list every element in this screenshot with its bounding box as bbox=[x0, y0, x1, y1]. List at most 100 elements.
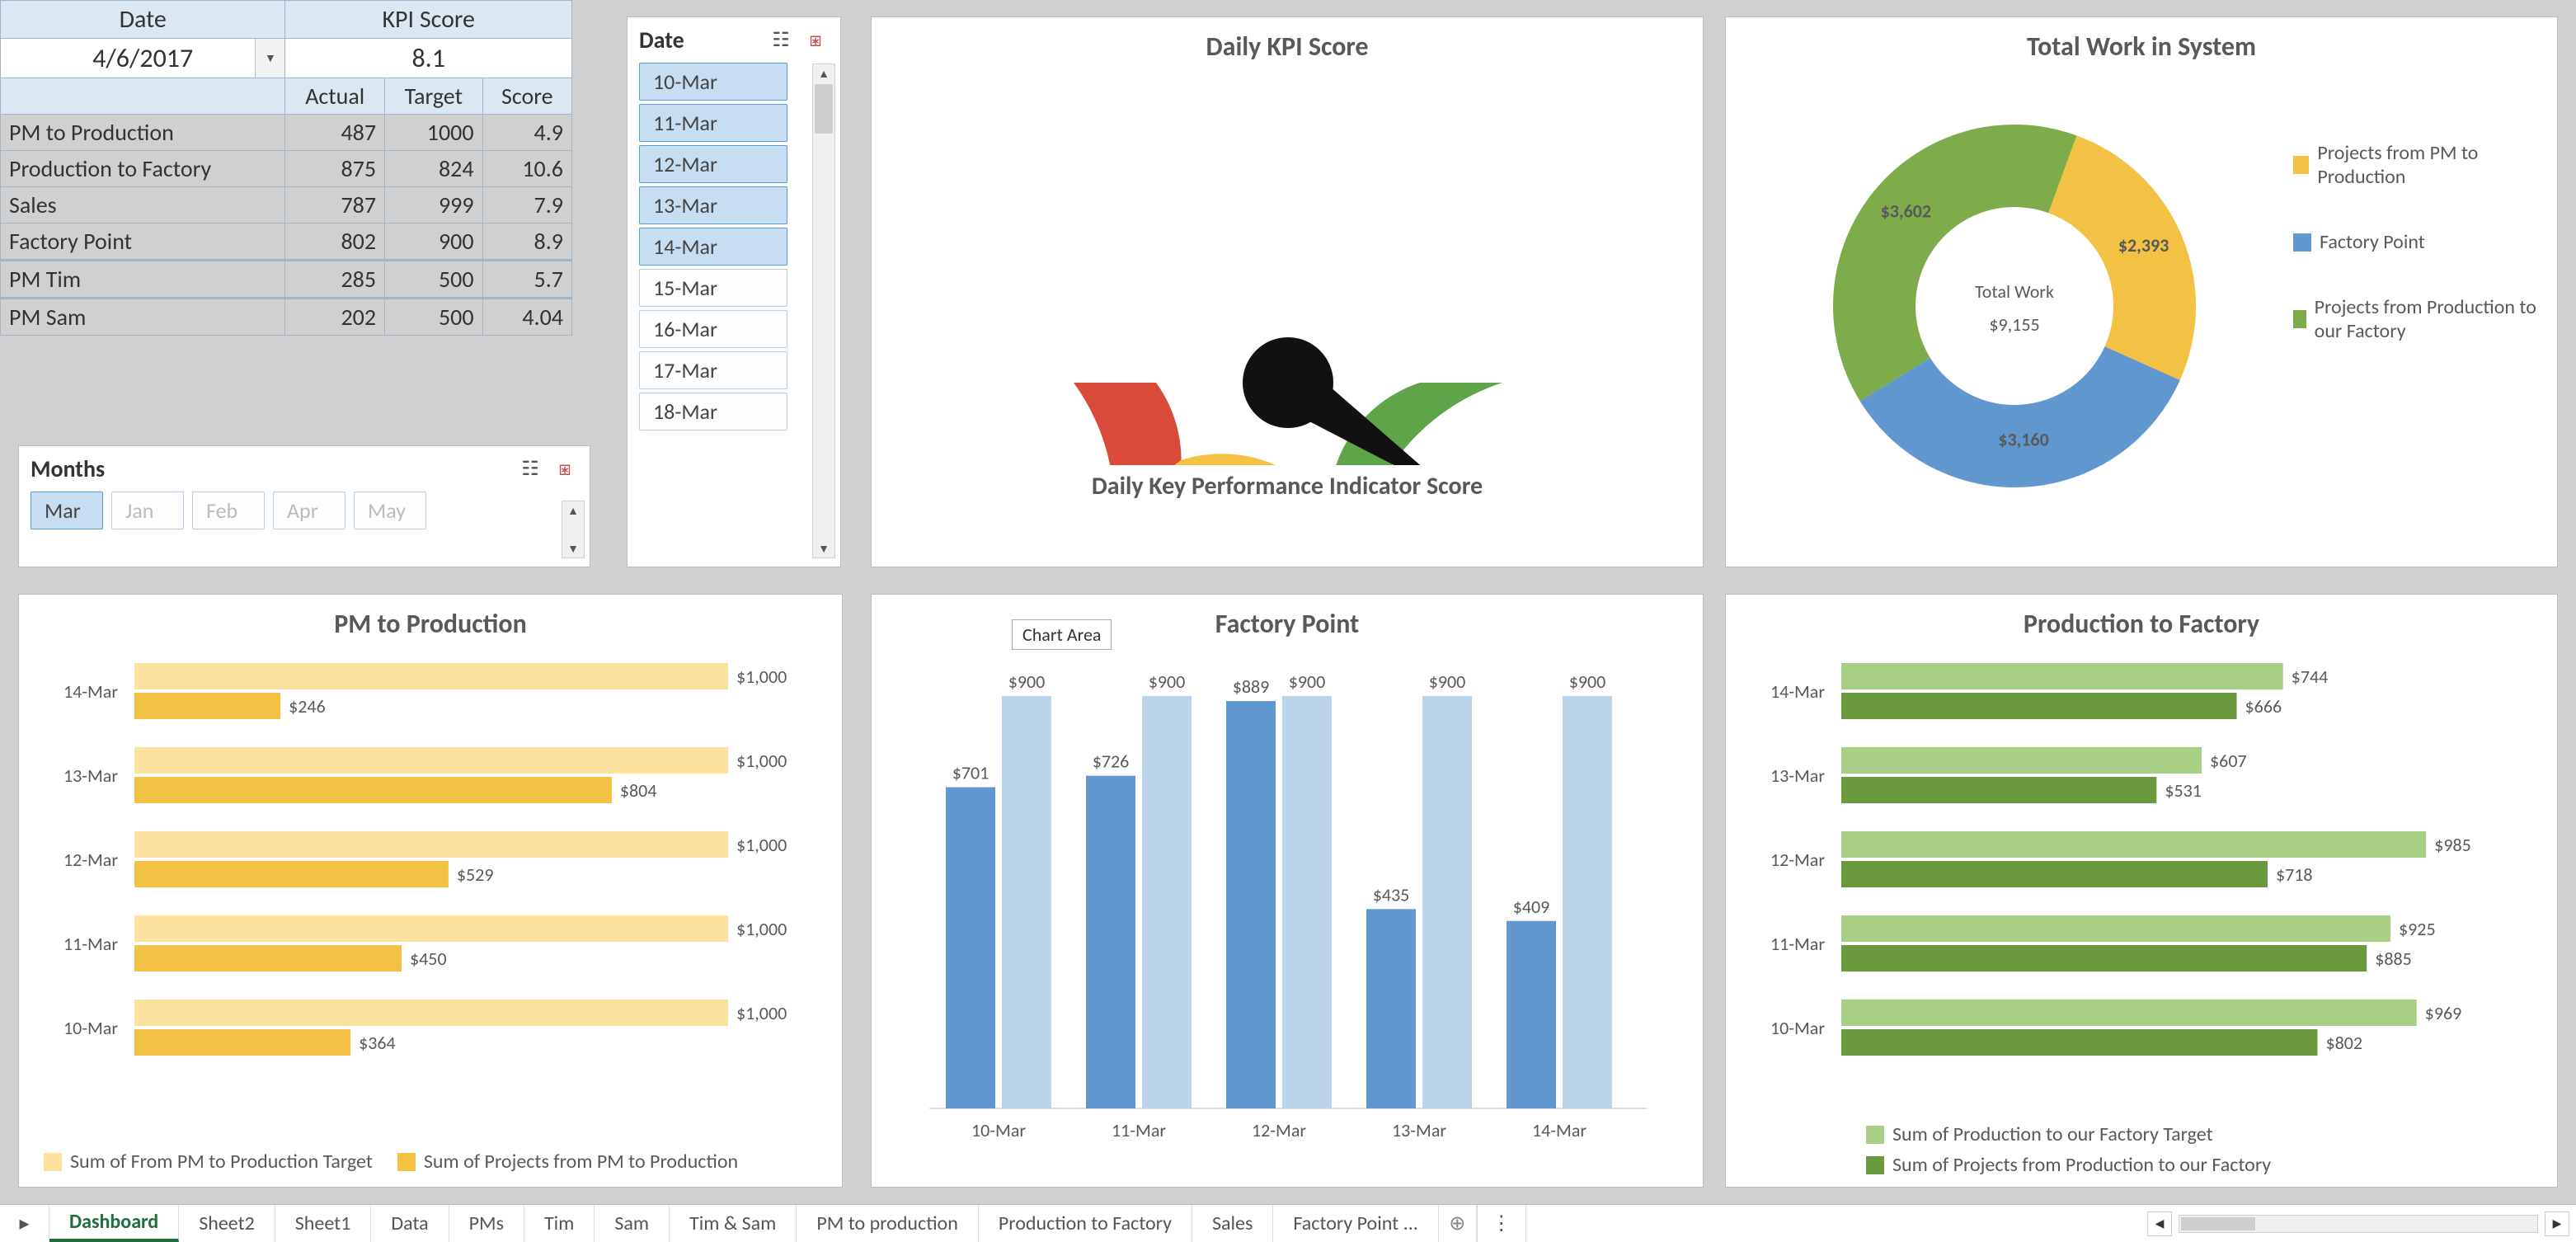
svg-text:$900: $900 bbox=[1569, 670, 1606, 693]
sheet-tab-tim[interactable]: Tim bbox=[524, 1205, 595, 1242]
clear-filter-icon[interactable]: ⧆ bbox=[552, 456, 578, 482]
svg-text:$804: $804 bbox=[620, 779, 657, 802]
pf-chart-title: Production to Factory bbox=[1726, 608, 2557, 640]
slicer-item-apr[interactable]: Apr bbox=[273, 492, 346, 529]
svg-text:10-Mar: 10-Mar bbox=[971, 1119, 1026, 1141]
table-cell-score: 8.9 bbox=[482, 223, 571, 261]
svg-text:14-Mar: 14-Mar bbox=[63, 680, 118, 703]
horizontal-scrollbar[interactable]: ◀ ▶ bbox=[2147, 1205, 2576, 1242]
svg-text:$450: $450 bbox=[410, 948, 447, 970]
sheet-tab-tim-sam[interactable]: Tim & Sam bbox=[670, 1205, 797, 1242]
table-row-label: PM to Production bbox=[1, 115, 285, 151]
chart-area-tooltip: Chart Area bbox=[1012, 619, 1112, 650]
table-cell-target: 500 bbox=[385, 299, 483, 336]
slicer-item-13-mar[interactable]: 13-Mar bbox=[639, 186, 787, 224]
kpi-date-value: 4/6/2017 bbox=[92, 42, 193, 74]
table-cell-actual: 787 bbox=[285, 187, 385, 223]
sheet-tab-data[interactable]: Data bbox=[371, 1205, 449, 1242]
chevron-up-icon[interactable]: ▲ bbox=[562, 501, 584, 520]
slicer-item-11-mar[interactable]: 11-Mar bbox=[639, 104, 787, 142]
scrollbar-thumb[interactable] bbox=[815, 84, 833, 134]
table-cell-actual: 285 bbox=[285, 261, 385, 299]
sheet-tab-production-to-factory[interactable]: Production to Factory bbox=[979, 1205, 1192, 1242]
svg-text:$900: $900 bbox=[1008, 670, 1046, 693]
kpi-summary-table: Date KPI Score 4/6/2017 8.1 Actual Targe… bbox=[0, 0, 572, 336]
svg-text:$364: $364 bbox=[359, 1032, 396, 1054]
scroll-left-icon[interactable]: ◀ bbox=[2147, 1211, 2172, 1236]
slicer-item-12-mar[interactable]: 12-Mar bbox=[639, 145, 787, 183]
factory-point-card: Chart Area Factory Point $701$90010-Mar$… bbox=[871, 594, 1704, 1188]
svg-text:$435: $435 bbox=[1373, 883, 1410, 906]
kpi-date-dropdown[interactable]: 4/6/2017 bbox=[1, 39, 285, 78]
scrollbar-thumb[interactable] bbox=[2181, 1217, 2255, 1230]
svg-text:12-Mar: 12-Mar bbox=[63, 849, 118, 871]
date-scrollbar[interactable]: ▲ ▼ bbox=[812, 64, 835, 558]
slicer-item-may[interactable]: May bbox=[354, 492, 426, 529]
sheet-tab-factory-point-[interactable]: Factory Point ... bbox=[1273, 1205, 1438, 1242]
chevron-down-icon[interactable]: ▼ bbox=[562, 539, 584, 557]
slicer-item-14-mar[interactable]: 14-Mar bbox=[639, 228, 787, 266]
svg-text:$969: $969 bbox=[2425, 1002, 2462, 1024]
slicer-item-feb[interactable]: Feb bbox=[192, 492, 265, 529]
svg-text:$531: $531 bbox=[2165, 779, 2202, 802]
legend-item: Projects from PM to Production bbox=[2293, 141, 2541, 189]
svg-text:$802: $802 bbox=[2325, 1032, 2362, 1054]
slicer-item-16-mar[interactable]: 16-Mar bbox=[639, 310, 787, 348]
sheet-tab-sales[interactable]: Sales bbox=[1192, 1205, 1273, 1242]
table-cell-score: 7.9 bbox=[482, 187, 571, 223]
pm-chart: 14-Mar$1,000$24613-Mar$1,000$80412-Mar$1… bbox=[19, 647, 844, 1108]
sheet-tab-pm-to-production[interactable]: PM to production bbox=[797, 1205, 978, 1242]
table-row-label: Production to Factory bbox=[1, 151, 285, 187]
chevron-up-icon[interactable]: ▲ bbox=[813, 64, 834, 82]
clear-filter-icon[interactable]: ⧆ bbox=[802, 27, 829, 54]
table-cell-actual: 202 bbox=[285, 299, 385, 336]
chevron-down-icon[interactable]: ▼ bbox=[813, 539, 834, 557]
kpi-score-value: 8.1 bbox=[285, 39, 572, 78]
svg-text:14-Mar: 14-Mar bbox=[1770, 680, 1825, 703]
slicer-item-jan[interactable]: Jan bbox=[111, 492, 184, 529]
svg-text:$1,000: $1,000 bbox=[736, 750, 787, 772]
kpi-score-header: KPI Score bbox=[285, 1, 572, 39]
slicer-item-15-mar[interactable]: 15-Mar bbox=[639, 269, 787, 307]
table-cell-score: 4.04 bbox=[482, 299, 571, 336]
table-cell-target: 1000 bbox=[385, 115, 483, 151]
table-cell-score: 4.9 bbox=[482, 115, 571, 151]
multiselect-icon[interactable]: ☷ bbox=[517, 456, 543, 482]
svg-text:$3,602: $3,602 bbox=[1881, 200, 1931, 222]
donut-chart: Total Work$9,155$2,393$3,160$3,602 bbox=[1734, 75, 2295, 537]
multiselect-icon[interactable]: ☷ bbox=[768, 27, 794, 54]
svg-text:$246: $246 bbox=[289, 695, 326, 717]
slicer-item-18-mar[interactable]: 18-Mar bbox=[639, 393, 787, 430]
pf-legend: Sum of Production to our Factory Target … bbox=[1866, 1122, 2271, 1177]
months-scrollbar[interactable]: ▲ ▼ bbox=[562, 501, 585, 558]
svg-text:$9,155: $9,155 bbox=[1989, 313, 2039, 336]
fp-chart: $701$90010-Mar$726$90011-Mar$889$90012-M… bbox=[872, 647, 1704, 1174]
legend-label: Sum of Projects from PM to Production bbox=[424, 1150, 738, 1174]
months-slicer: Months ☷ ⧆ MarJanFebAprMay ▲ ▼ bbox=[18, 445, 590, 567]
add-sheet-button[interactable]: ⊕ bbox=[1439, 1205, 1477, 1242]
svg-text:$885: $885 bbox=[2375, 948, 2412, 970]
svg-text:13-Mar: 13-Mar bbox=[63, 764, 118, 787]
tab-nav-prev[interactable]: ▸ bbox=[0, 1205, 49, 1242]
sheet-tab-sam[interactable]: Sam bbox=[595, 1205, 670, 1242]
slicer-item-mar[interactable]: Mar bbox=[31, 492, 103, 529]
production-to-factory-card: Production to Factory 14-Mar$744$66613-M… bbox=[1725, 594, 2558, 1188]
tab-nav-more[interactable]: ⋮ bbox=[1477, 1205, 1526, 1242]
table-cell-target: 900 bbox=[385, 223, 483, 261]
sheet-tab-sheet1[interactable]: Sheet1 bbox=[275, 1205, 372, 1242]
svg-text:$718: $718 bbox=[2276, 863, 2313, 886]
svg-text:$666: $666 bbox=[2245, 695, 2282, 717]
svg-text:$744: $744 bbox=[2292, 666, 2329, 688]
table-row-label: Factory Point bbox=[1, 223, 285, 261]
sheet-tab-pms[interactable]: PMs bbox=[449, 1205, 524, 1242]
table-cell-target: 500 bbox=[385, 261, 483, 299]
svg-text:$529: $529 bbox=[457, 863, 494, 886]
sheet-tab-sheet2[interactable]: Sheet2 bbox=[179, 1205, 275, 1242]
chevron-down-icon[interactable] bbox=[255, 39, 284, 78]
slicer-item-17-mar[interactable]: 17-Mar bbox=[639, 351, 787, 389]
sheet-tab-bar: ▸ DashboardSheet2Sheet1DataPMsTimSamTim … bbox=[0, 1204, 2576, 1242]
slicer-item-10-mar[interactable]: 10-Mar bbox=[639, 63, 787, 101]
svg-text:$900: $900 bbox=[1149, 670, 1186, 693]
sheet-tab-dashboard[interactable]: Dashboard bbox=[49, 1205, 179, 1242]
scroll-right-icon[interactable]: ▶ bbox=[2545, 1211, 2569, 1236]
